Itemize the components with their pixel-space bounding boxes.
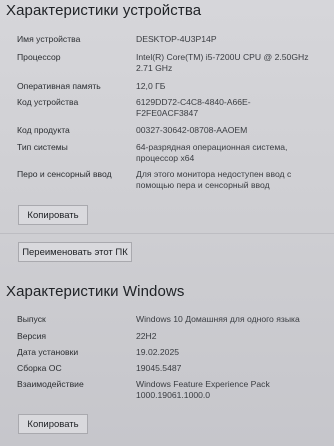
spec-value: Windows Feature Experience Pack 1000.190…	[136, 379, 270, 400]
spec-value: 19045.5487	[136, 363, 182, 373]
spec-label: Тип системы	[17, 142, 68, 152]
spec-label: Сборка ОС	[17, 363, 62, 373]
windows-specs-title: Характеристики Windows	[6, 283, 185, 300]
spec-value: DESKTOP-4U3P14P	[136, 34, 217, 44]
spec-label: Процессор	[17, 52, 61, 62]
spec-value: Intel(R) Core(TM) i5-7200U CPU @ 2.50GHz…	[136, 52, 309, 73]
copy-windows-specs-button[interactable]: Копировать	[18, 414, 88, 434]
spec-label: Код продукта	[17, 125, 70, 135]
device-specs-title: Характеристики устройства	[6, 2, 202, 19]
settings-about-page: Характеристики устройства Имя устройства…	[0, 0, 334, 446]
spec-value: Windows 10 Домашняя для одного языка	[136, 314, 300, 324]
spec-value: 19.02.2025	[136, 347, 180, 357]
spec-value: 6129DD72-C4C8-4840-A66E-F2FE0ACF3847	[136, 97, 251, 118]
spec-value: 64-разрядная операционная система, проце…	[136, 142, 288, 163]
spec-label: Перо и сенсорный ввод	[17, 169, 112, 179]
spec-label: Выпуск	[17, 314, 46, 324]
rename-pc-button[interactable]: Переименовать этот ПК	[18, 242, 132, 262]
spec-label: Версия	[17, 331, 47, 341]
spec-label: Оперативная память	[17, 81, 101, 91]
spec-value: 00327-30642-08708-AAOEM	[136, 125, 248, 135]
spec-label: Дата установки	[17, 347, 79, 357]
spec-value: 22H2	[136, 331, 157, 341]
spec-value: 12,0 ГБ	[136, 81, 166, 91]
spec-label: Взаимодействие	[17, 379, 84, 389]
spec-label: Код устройства	[17, 97, 79, 107]
copy-device-specs-button[interactable]: Копировать	[18, 205, 88, 225]
spec-label: Имя устройства	[17, 34, 81, 44]
section-divider	[0, 233, 334, 234]
spec-value: Для этого монитора недоступен ввод с пом…	[136, 169, 292, 190]
